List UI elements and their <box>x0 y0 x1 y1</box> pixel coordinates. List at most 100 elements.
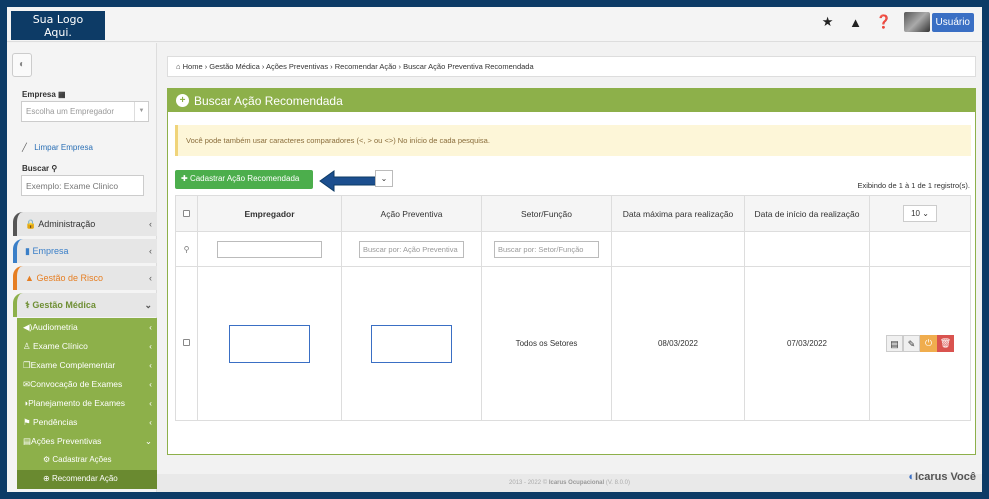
menu-search-input[interactable]: Exemplo: Exame Clinico <box>21 175 144 196</box>
cell-empregador <box>197 266 342 421</box>
panel-header: + Buscar Ação Recomendada <box>168 89 975 112</box>
flag-icon: ⚑ <box>23 417 31 427</box>
submenu-exame-complementar[interactable]: ❐Exame Complementar ‹ <box>17 356 157 375</box>
user-md-icon: ♙ <box>23 341 31 351</box>
submenu-exame-clinico[interactable]: ♙ Exame Clínico ‹ <box>17 337 157 356</box>
power-icon[interactable]: ⏻ <box>920 335 937 352</box>
select-all-checkbox[interactable] <box>183 209 190 217</box>
filter-empty-cell <box>869 231 971 267</box>
redacted-box <box>229 324 310 363</box>
chevron-left-icon: ‹ <box>149 219 152 229</box>
table-row: Todos os Setores 08/03/2022 07/03/2022 ▤… <box>175 266 971 421</box>
search-icon: ⚲ <box>51 164 58 173</box>
cell-data-maxima: 08/03/2022 <box>611 266 745 421</box>
filter-empty-cell <box>744 231 870 267</box>
menu-gestao-medica[interactable]: ⚕ Gestão Médica ⌄ <box>13 293 157 317</box>
chevron-left-icon: ‹ <box>149 360 152 370</box>
menu-empresa[interactable]: ▮ Empresa ‹ <box>13 239 157 263</box>
building-icon: ▮ <box>25 246 30 256</box>
trash-icon[interactable]: 🗑 <box>937 335 954 352</box>
chevron-down-icon: ⌄ <box>144 300 152 310</box>
submenu-acoes-preventivas[interactable]: ▤Ações Preventivas ⌄ <box>17 432 157 451</box>
crosshair-icon: ⊕ <box>43 474 50 483</box>
menu-gestao-risco[interactable]: ▲ Gestão de Risco ‹ <box>13 266 157 290</box>
building-icon: ▦ <box>58 90 66 99</box>
chevron-left-icon: ‹ <box>149 341 152 351</box>
chevron-left-icon: ‹ <box>149 417 152 427</box>
warning-icon: ▲ <box>25 273 34 283</box>
filter-setor-cell: Buscar por: Setor/Função <box>481 231 612 267</box>
row-select-cell <box>175 266 198 421</box>
home-icon: ⌂ <box>176 62 181 71</box>
stethoscope-icon: ⚕ <box>25 300 30 310</box>
sidebar: ◐ Empresa ▦ Escolha um Empregador ▼ ╱ Li… <box>7 43 157 492</box>
files-icon: ❐ <box>23 360 31 370</box>
filter-setor-input[interactable]: Buscar por: Setor/Função <box>494 240 599 258</box>
eraser-icon: ╱ <box>22 143 27 152</box>
filter-empty-cell <box>611 231 745 267</box>
chevron-left-icon: ‹ <box>149 322 152 332</box>
chevron-down-icon: ⌄ <box>144 436 152 446</box>
top-icons: ★ ▲ ❓ Usuário <box>820 12 974 32</box>
filter-acao-input[interactable]: Buscar por: Ação Preventiva <box>359 240 464 258</box>
cell-setor: Todos os Setores <box>481 266 612 421</box>
redacted-box <box>371 324 452 363</box>
help-icon[interactable]: ❓ <box>876 14 892 30</box>
page-length-select[interactable]: 10 ⌄ <box>903 205 937 222</box>
search-icon: ⚲ <box>175 231 198 267</box>
col-data-maxima[interactable]: Data máxima para realização <box>611 195 745 232</box>
col-acao-preventiva[interactable]: Ação Preventiva <box>341 195 482 232</box>
filter-acao-cell: Buscar por: Ação Preventiva <box>341 231 482 267</box>
col-empregador[interactable]: Empregador <box>197 195 342 232</box>
results-table: Empregador Ação Preventiva Setor/Função … <box>175 195 971 421</box>
brand-logo: ◐Icarus Você <box>908 471 976 483</box>
submenu-recomendar-acao[interactable]: ⊕ Recomendar Ação <box>17 470 157 489</box>
records-info: Exibindo de 1 à 1 de 1 registro(s). <box>857 181 970 190</box>
row-checkbox[interactable] <box>183 339 190 346</box>
submenu-pendencias[interactable]: ⚑ Pendências ‹ <box>17 413 157 432</box>
star-icon[interactable]: ★ <box>820 14 836 30</box>
list-icon: ▤ <box>23 436 32 446</box>
sidebar-toggle-button[interactable]: ◐ <box>12 53 32 77</box>
warning-icon[interactable]: ▲ <box>848 15 864 30</box>
info-alert: Você pode também usar caracteres compara… <box>175 125 971 156</box>
col-data-inicio[interactable]: Data de início da realização <box>744 195 870 232</box>
submenu-cadastrar-acoes[interactable]: ⚙ Cadastrar Ações <box>17 451 157 470</box>
empresa-select[interactable]: Escolha um Empregador ▼ <box>21 101 149 122</box>
menu-administracao[interactable]: 🔒 Administração ‹ <box>13 212 157 236</box>
logo[interactable]: Sua Logo Aqui. <box>11 11 105 40</box>
submenu-planejamento[interactable]: ◑Planejamento de Exames ‹ <box>17 394 157 413</box>
chevron-left-icon: ‹ <box>149 398 152 408</box>
cell-data-inicio: 07/03/2022 <box>744 266 870 421</box>
breadcrumb: ⌂ Home › Gestão Médica › Ações Preventiv… <box>167 56 976 77</box>
filter-empregador-input[interactable] <box>217 240 322 258</box>
add-recommended-action-button[interactable]: ✚ Cadastrar Ação Recomendada <box>175 170 313 189</box>
col-setor-funcao[interactable]: Setor/Função <box>481 195 612 232</box>
chevron-left-icon: ‹ <box>149 246 152 256</box>
submenu-audiometria[interactable]: ◀)Audiometria ‹ <box>17 318 157 337</box>
filter-empregador-cell <box>197 231 342 267</box>
empresa-label: Empresa ▦ <box>22 90 66 99</box>
chevron-down-icon: ⌄ <box>380 174 388 183</box>
page-length-cell: 10 ⌄ <box>869 195 971 232</box>
app-frame: Sua Logo Aqui. ★ ▲ ❓ Usuário ◐ Empresa ▦… <box>7 7 982 492</box>
sound-icon: ◀) <box>23 322 33 332</box>
search-panel: + Buscar Ação Recomendada Você pode tamb… <box>167 88 976 455</box>
cell-actions: ▤ ✎ ⏻ 🗑 <box>869 266 971 421</box>
panel-title: Buscar Ação Recomendada <box>194 93 343 108</box>
caret-down-icon: ▼ <box>134 102 148 121</box>
pointer-arrow-icon <box>319 170 377 192</box>
crosshair-icon: + <box>176 94 189 107</box>
avatar[interactable] <box>903 12 930 32</box>
submenu-convocacao[interactable]: ✉Convocação de Exames ‹ <box>17 375 157 394</box>
user-button[interactable]: Usuário <box>931 12 974 32</box>
list-icon[interactable]: ▤ <box>886 335 903 352</box>
gear-icon: ⚙ <box>43 455 51 464</box>
dropdown-toggle-button[interactable]: ⌄ <box>375 170 393 187</box>
edit-icon[interactable]: ✎ <box>903 335 920 352</box>
plus-icon: ✚ <box>181 174 188 183</box>
chevron-left-icon: ‹ <box>149 273 152 283</box>
cell-acao <box>341 266 482 421</box>
select-all-cell <box>175 195 198 232</box>
clear-empresa-link[interactable]: ╱ Limpar Empresa <box>22 143 93 152</box>
